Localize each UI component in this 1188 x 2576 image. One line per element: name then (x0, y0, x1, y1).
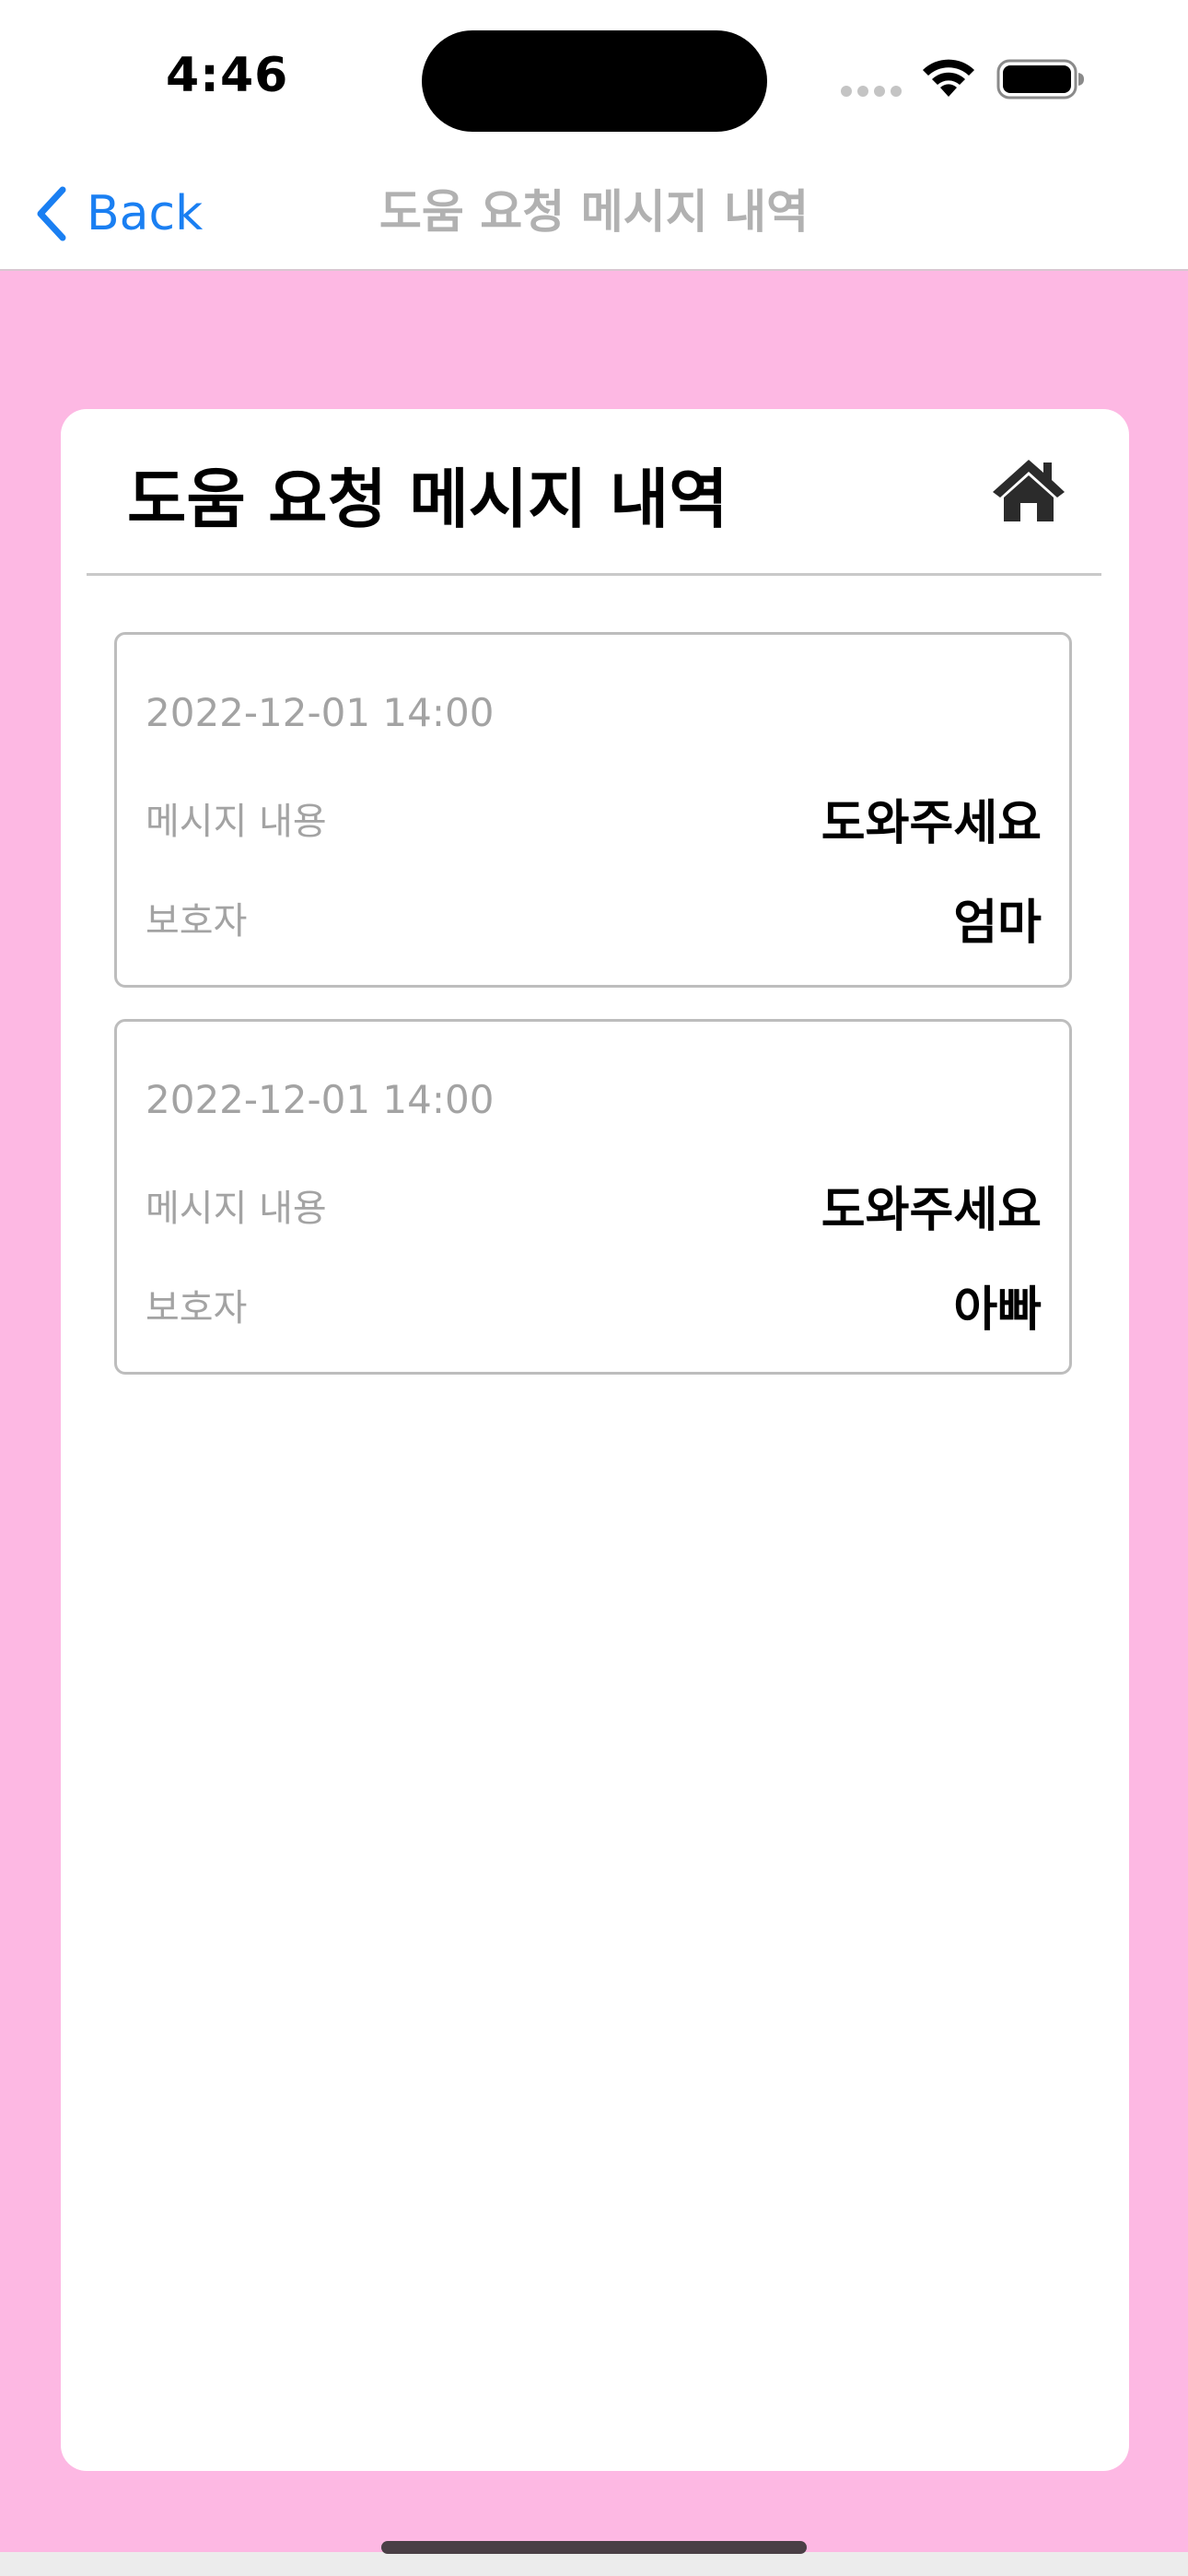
battery-icon (996, 59, 1084, 100)
wifi-icon (923, 59, 974, 97)
guardian-label: 보호자 (146, 1287, 248, 1329)
page-title: 도움 요청 메시지 내역 (127, 462, 728, 537)
message-content-value: 도와주세요 (821, 1183, 1042, 1238)
message-content-label: 메시지 내용 (146, 801, 327, 843)
divider (87, 573, 1101, 576)
dynamic-island (422, 30, 767, 132)
message-datetime: 2022-12-01 14:00 (146, 690, 495, 735)
home-icon[interactable] (991, 457, 1066, 523)
message-content-label: 메시지 내용 (146, 1188, 327, 1230)
guardian-label: 보호자 (146, 900, 248, 943)
status-time: 4:46 (166, 48, 289, 103)
message-history-card: 도움 요청 메시지 내역 2022-12-01 14:00 메시지 내용 도와주… (61, 409, 1129, 2471)
cellular-signal-icon (841, 86, 902, 97)
message-datetime: 2022-12-01 14:00 (146, 1077, 495, 1122)
guardian-value: 엄마 (953, 896, 1042, 951)
message-content-value: 도와주세요 (821, 796, 1042, 851)
status-bar: 4:46 (0, 0, 1188, 157)
message-item[interactable]: 2022-12-01 14:00 메시지 내용 도와주세요 보호자 엄마 (114, 632, 1072, 988)
guardian-value: 아빠 (953, 1282, 1042, 1338)
message-item[interactable]: 2022-12-01 14:00 메시지 내용 도와주세요 보호자 아빠 (114, 1019, 1072, 1375)
nav-title: 도움 요청 메시지 내역 (379, 185, 809, 239)
bottom-safe-area (0, 2552, 1188, 2576)
navigation-bar: Back 도움 요청 메시지 내역 (0, 157, 1188, 271)
home-indicator[interactable] (381, 2541, 807, 2554)
